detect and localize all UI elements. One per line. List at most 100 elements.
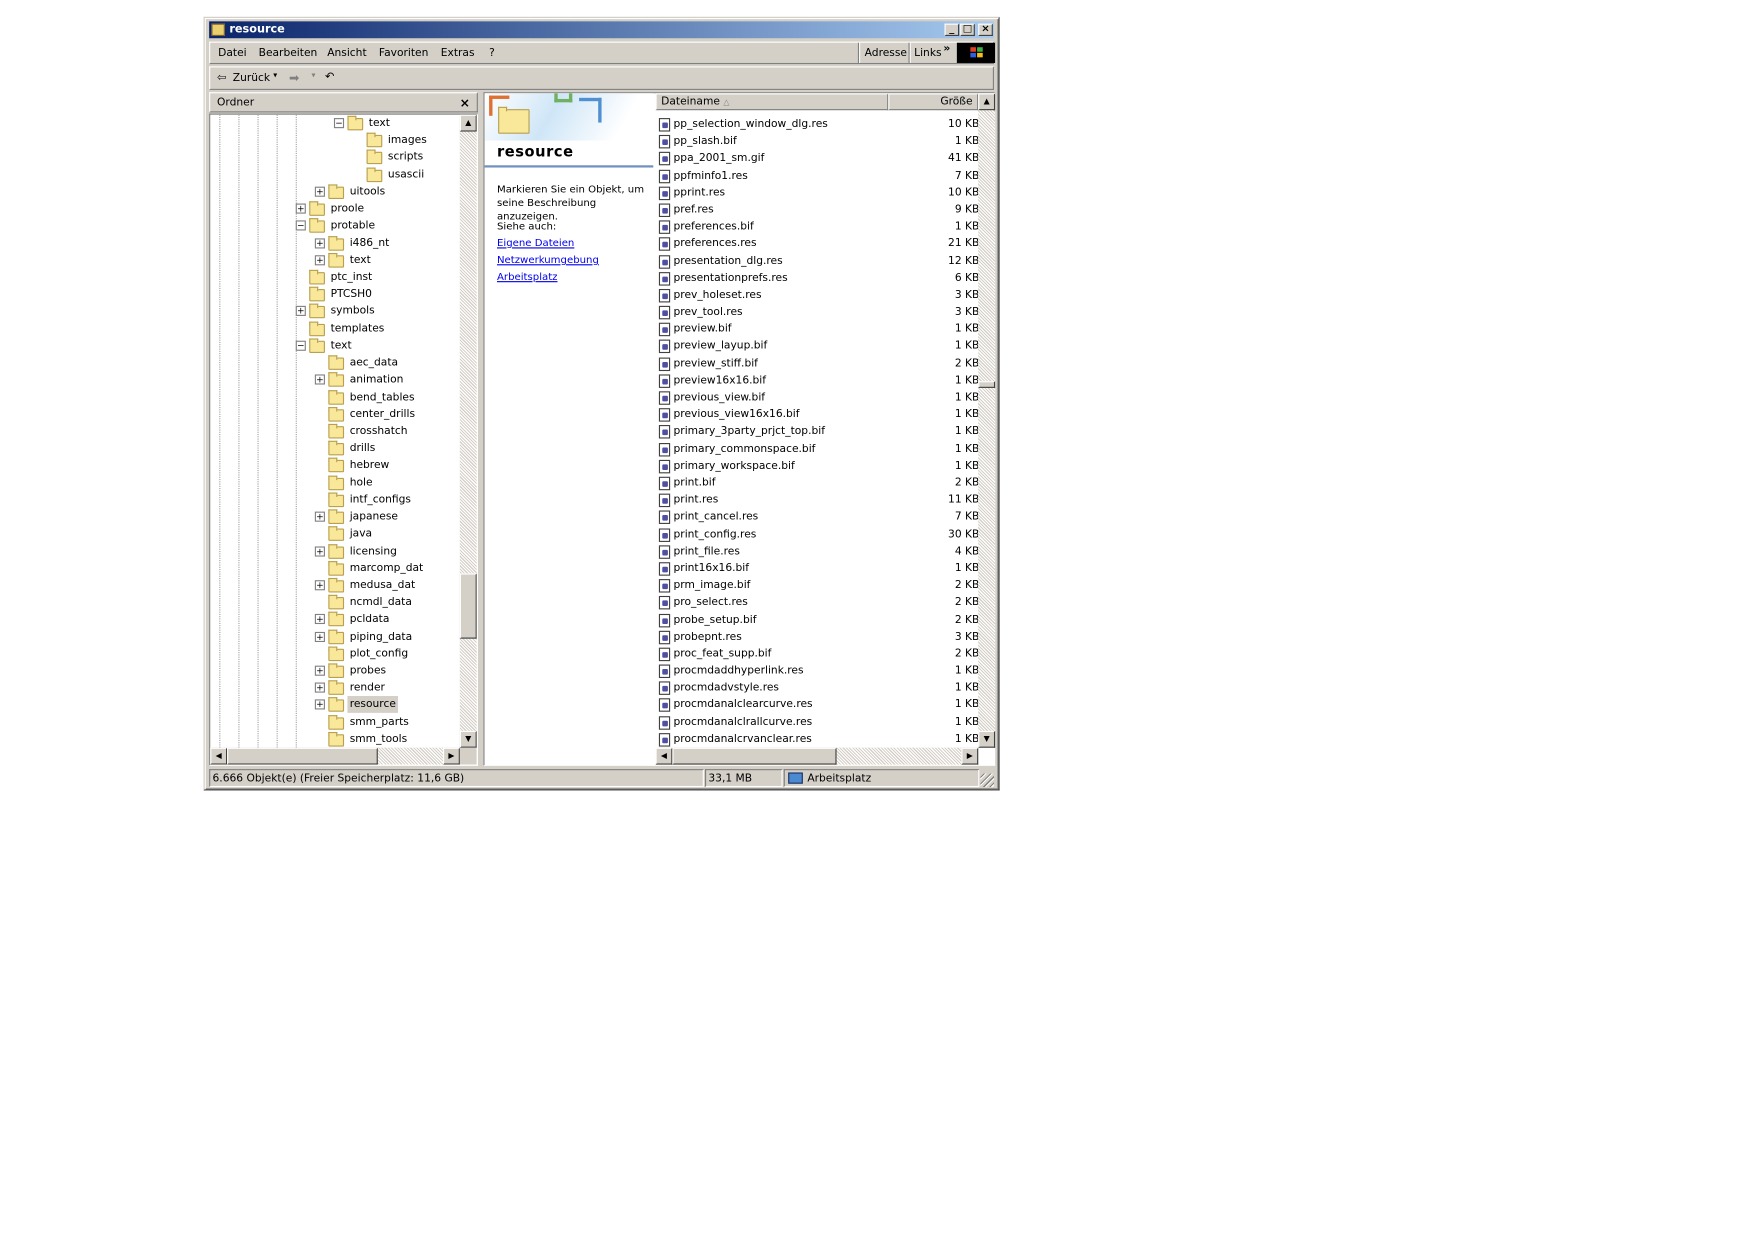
close-button[interactable]: × <box>978 23 993 36</box>
file-row[interactable]: pp_slash.bif 1 KB <box>658 133 978 150</box>
link-eigene-dateien[interactable]: Eigene Dateien <box>497 238 574 249</box>
file-row[interactable]: print_config.res 30 KB <box>658 526 978 543</box>
tree-vertical-scrollbar[interactable]: ▲ ▼ <box>459 114 477 748</box>
tree-item[interactable]: smm_tools <box>210 731 460 748</box>
menu-favoriten[interactable]: Favoriten <box>379 47 428 59</box>
file-row[interactable]: procmdaddhyperlink.res 1 KB <box>658 662 978 679</box>
address-bar-toggle[interactable]: Adresse <box>865 47 907 59</box>
tree-item[interactable]: bend_tables <box>210 388 460 405</box>
scroll-up-button[interactable]: ▲ <box>459 114 477 132</box>
tree-item[interactable]: − text <box>210 337 460 354</box>
tree-item[interactable]: PTCSH0 <box>210 286 460 303</box>
tree-item[interactable]: usascii <box>210 166 460 183</box>
file-row[interactable]: primary_commonspace.bif 1 KB <box>658 440 978 457</box>
file-row[interactable]: prev_tool.res 3 KB <box>658 304 978 321</box>
tree-item[interactable]: − text <box>210 115 460 132</box>
column-header-name[interactable]: Dateiname △ <box>655 93 889 111</box>
scroll-up-button[interactable]: ▲ <box>978 93 996 111</box>
tree-item[interactable]: crosshatch <box>210 423 460 440</box>
file-row[interactable]: preview_layup.bif 1 KB <box>658 338 978 355</box>
tree-item[interactable]: drills <box>210 440 460 457</box>
tree-item[interactable]: + uitools <box>210 183 460 200</box>
file-row[interactable]: procmdadvstyle.res 1 KB <box>658 679 978 696</box>
tree-item[interactable]: ncmdl_data <box>210 594 460 611</box>
expand-icon[interactable]: + <box>314 682 325 693</box>
file-row[interactable]: print_cancel.res 7 KB <box>658 509 978 526</box>
file-row[interactable]: probe_setup.bif 2 KB <box>658 611 978 628</box>
chevron-icon[interactable]: » <box>943 43 950 55</box>
file-row[interactable]: presentation_dlg.res 12 KB <box>658 252 978 269</box>
forward-button[interactable]: ➡ <box>289 71 299 86</box>
tree-item[interactable]: − protable <box>210 217 460 234</box>
links-toolbar[interactable]: Links <box>914 47 941 59</box>
tree-item[interactable]: + piping_data <box>210 628 460 645</box>
file-row[interactable]: presentationprefs.res 6 KB <box>658 270 978 287</box>
file-row[interactable]: preferences.res 21 KB <box>658 235 978 252</box>
column-header-size[interactable]: Größe <box>888 93 979 111</box>
link-arbeitsplatz[interactable]: Arbeitsplatz <box>497 272 558 283</box>
close-pane-icon[interactable]: × <box>460 93 470 113</box>
file-row[interactable]: preview16x16.bif 1 KB <box>658 372 978 389</box>
file-row[interactable]: preview_stiff.bif 2 KB <box>658 355 978 372</box>
file-row[interactable]: pp_selection_window_dlg.res 10 KB <box>658 116 978 133</box>
menu-help[interactable]: ? <box>489 47 495 59</box>
file-row[interactable]: prev_holeset.res 3 KB <box>658 287 978 304</box>
file-row[interactable]: procmdanalcrvanclear.res 1 KB <box>658 731 978 748</box>
forward-dropdown-icon[interactable]: ▾ <box>311 71 315 80</box>
expand-icon[interactable]: + <box>314 699 325 711</box>
scroll-thumb[interactable] <box>672 747 837 765</box>
file-row[interactable]: print.res 11 KB <box>658 492 978 509</box>
file-row[interactable]: procmdanalclearcurve.res 1 KB <box>658 697 978 714</box>
tree-item[interactable]: + symbols <box>210 303 460 320</box>
expand-icon[interactable]: + <box>314 545 325 557</box>
tree-item[interactable]: java <box>210 525 460 542</box>
file-row[interactable]: previous_view.bif 1 KB <box>658 389 978 406</box>
expand-icon[interactable]: + <box>314 614 325 625</box>
tree-item[interactable]: intf_configs <box>210 491 460 508</box>
tree-item[interactable]: ptc_inst <box>210 269 460 286</box>
scroll-left-button[interactable]: ◀ <box>210 747 228 765</box>
up-folder-icon[interactable]: ↶ <box>325 71 334 83</box>
expand-icon[interactable]: + <box>314 511 325 522</box>
tree-item[interactable]: + text <box>210 252 460 269</box>
collapse-icon[interactable]: − <box>333 118 345 129</box>
scroll-thumb[interactable] <box>459 573 477 639</box>
scroll-thumb[interactable] <box>227 747 378 765</box>
list-vertical-scrollbar[interactable]: ▲ ▼ <box>978 93 996 748</box>
minimize-button[interactable]: _ <box>944 23 960 36</box>
menu-bearbeiten[interactable]: Bearbeiten <box>259 47 318 59</box>
expand-icon[interactable]: + <box>314 374 325 385</box>
tree-item[interactable]: + medusa_dat <box>210 577 460 594</box>
collapse-icon[interactable]: − <box>295 220 306 231</box>
back-button[interactable]: Zurück <box>233 72 270 84</box>
file-row[interactable]: preview.bif 1 KB <box>658 321 978 338</box>
file-row[interactable]: print_file.res 4 KB <box>658 543 978 560</box>
file-row[interactable]: primary_workspace.bif 1 KB <box>658 457 978 474</box>
scroll-right-button[interactable]: ▶ <box>443 747 460 765</box>
back-dropdown-icon[interactable]: ▾ <box>273 71 277 80</box>
file-row[interactable]: previous_view16x16.bif 1 KB <box>658 406 978 423</box>
file-row[interactable]: print.bif 2 KB <box>658 474 978 491</box>
menu-ansicht[interactable]: Ansicht <box>327 47 366 59</box>
file-row[interactable]: preferences.bif 1 KB <box>658 218 978 235</box>
expand-icon[interactable]: + <box>295 306 306 317</box>
scroll-thumb[interactable] <box>978 381 996 388</box>
tree-item[interactable]: + pcldata <box>210 611 460 628</box>
expand-icon[interactable]: + <box>314 631 325 642</box>
file-row[interactable]: pprint.res 10 KB <box>658 184 978 201</box>
file-row[interactable]: print16x16.bif 1 KB <box>658 560 978 577</box>
tree-item[interactable]: smm_parts <box>210 714 460 731</box>
file-row[interactable]: pro_select.res 2 KB <box>658 594 978 611</box>
expand-icon[interactable]: + <box>314 186 325 197</box>
expand-icon[interactable]: + <box>314 580 325 591</box>
tree-item[interactable]: hebrew <box>210 457 460 474</box>
tree-item[interactable]: templates <box>210 320 460 337</box>
tree-item[interactable]: + animation <box>210 371 460 388</box>
title-bar[interactable]: resource _ □ × <box>209 21 994 39</box>
file-row[interactable]: ppfminfo1.res 7 KB <box>658 167 978 184</box>
tree-item[interactable]: images <box>210 132 460 149</box>
tree-item[interactable]: + render <box>210 679 460 696</box>
file-row[interactable]: ppa_2001_sm.gif 41 KB <box>658 150 978 167</box>
tree-item[interactable]: aec_data <box>210 354 460 371</box>
maximize-button[interactable]: □ <box>960 23 975 36</box>
